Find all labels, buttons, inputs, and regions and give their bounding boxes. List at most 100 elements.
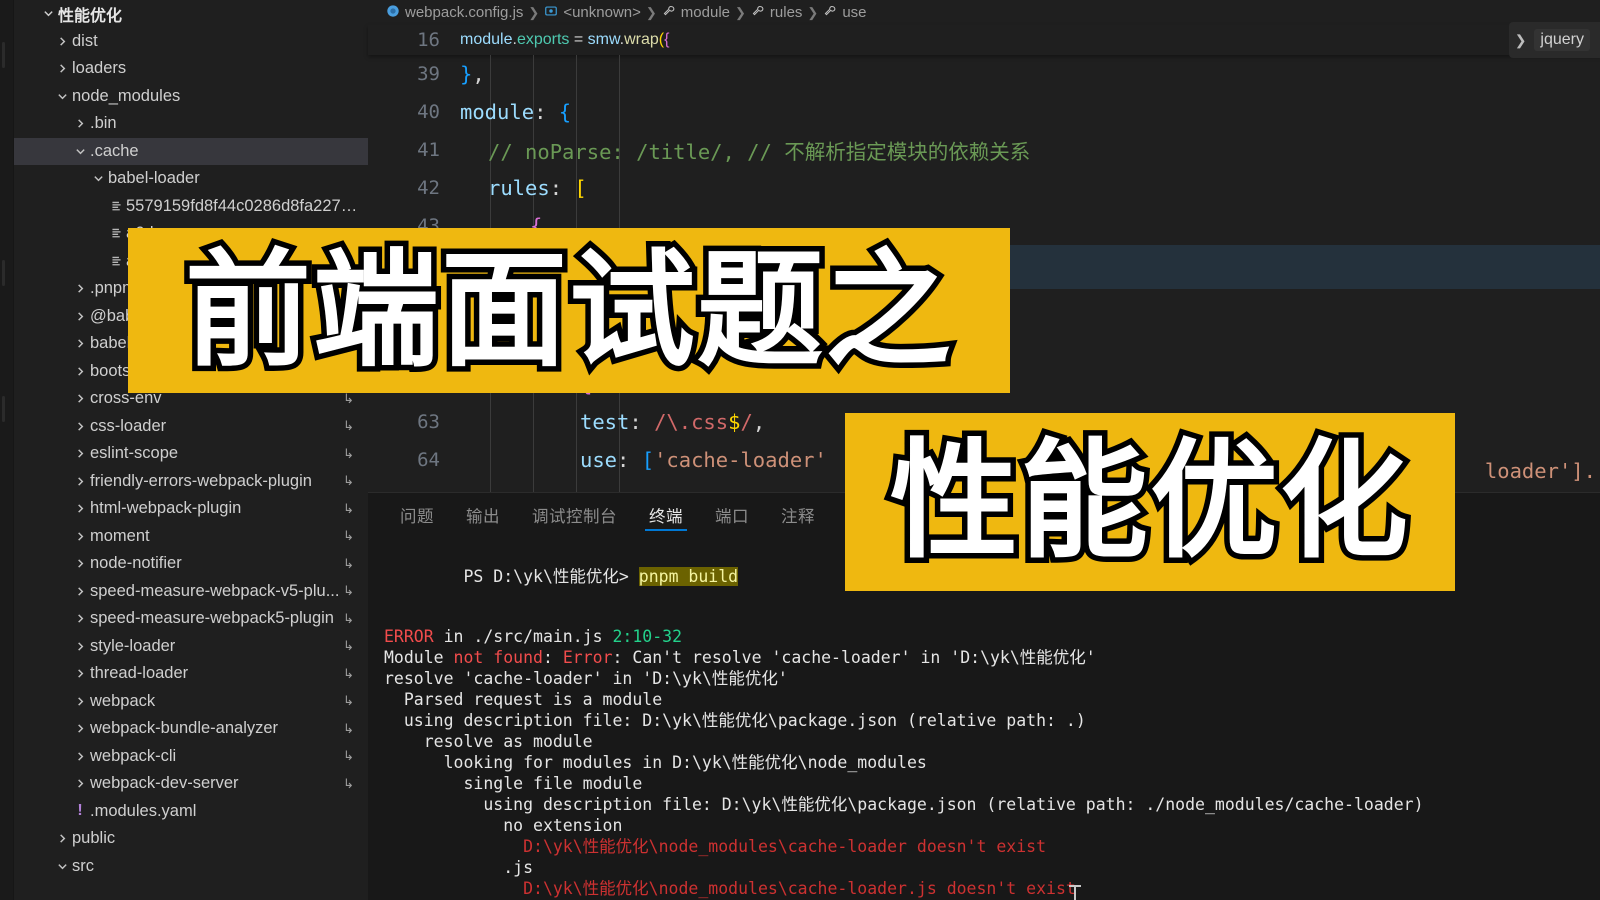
- code-tail-text: loader'].: [1484, 459, 1596, 483]
- explorer-item-css-loader[interactable]: css-loader ↳: [14, 413, 368, 441]
- breadcrumb-item-file[interactable]: webpack.config.js: [386, 4, 523, 22]
- explorer-item--cache[interactable]: .cache: [14, 137, 368, 165]
- overlay-title-line1-text: 前端面试题之: [180, 236, 957, 384]
- chevron-right-icon: [70, 696, 90, 707]
- panel-tab-0[interactable]: 问题: [384, 493, 450, 537]
- explorer-item-src[interactable]: src: [14, 853, 368, 881]
- terminal-line-text: resolve as module: [384, 732, 593, 751]
- code-line[interactable]: 39 },: [368, 55, 1600, 93]
- terminal-line: .js: [384, 857, 1600, 878]
- explorer-item-html-webpack-plugin[interactable]: html-webpack-plugin ↳: [14, 495, 368, 523]
- line-number: 63: [417, 411, 440, 433]
- breadcrumb-item-module[interactable]: <unknown>: [544, 4, 641, 22]
- minimap-tab-label: jquery: [1534, 29, 1590, 51]
- panel-tab-2[interactable]: 调试控制台: [516, 493, 633, 537]
- explorer-item-label: speed-measure-webpack-v5-plu...: [90, 581, 340, 600]
- explorer-item-thread-loader[interactable]: thread-loader ↳: [14, 660, 368, 688]
- yaml-file-icon: !: [77, 802, 83, 820]
- explorer-item-speed-measure-webpack-v5-plu-[interactable]: speed-measure-webpack-v5-plu... ↳: [14, 578, 368, 606]
- breadcrumb-separator: ❯: [528, 4, 540, 20]
- explorer-item--bin[interactable]: .bin: [14, 110, 368, 138]
- terminal-output[interactable]: PS D:\yk\性能优化> pnpm build ERROR in ./src…: [368, 537, 1600, 900]
- explorer-item-5579159fd8f44c0286d8fa227444d-[interactable]: 5579159fd8f44c0286d8fa227444d...: [14, 193, 368, 221]
- terminal-line-text: .js: [384, 858, 534, 877]
- breadcrumb-prop-label: module: [680, 4, 730, 21]
- symlink-icon: ↳: [343, 445, 354, 461]
- terminal-line-text: D:\yk\性能优化\node_modules\cache-loader doe…: [384, 837, 1047, 856]
- explorer-item-label: dist: [72, 31, 98, 50]
- explorer-item-friendly-errors-webpack-plugin[interactable]: friendly-errors-webpack-plugin ↳: [14, 468, 368, 496]
- line-number: 39: [417, 63, 440, 85]
- symlink-icon: ↳: [343, 390, 354, 406]
- explorer-item-dist[interactable]: dist: [14, 28, 368, 56]
- explorer-item-label: public: [72, 829, 116, 848]
- code-line[interactable]: 41 // noParse: /title/, // 不解析指定模块的依赖关系: [368, 131, 1600, 169]
- property-icon: [823, 4, 837, 22]
- chevron-right-icon: [70, 448, 90, 459]
- explorer-item-moment[interactable]: moment ↳: [14, 523, 368, 551]
- line-number: 41: [417, 139, 440, 161]
- terminal-line-text: using description file: D:\yk\性能优化\packa…: [384, 795, 1424, 814]
- code-line[interactable]: 40 module: {: [368, 93, 1600, 131]
- activity-bar: [0, 0, 14, 900]
- sticky-scroll-line[interactable]: 16 module.exports = smw.wrap({: [368, 25, 1600, 55]
- panel-tab-3[interactable]: 终端: [633, 493, 699, 537]
- explorer-item-node-modules[interactable]: node_modules: [14, 83, 368, 111]
- overlay-title-line2-text: 性能优化: [884, 427, 1413, 576]
- panel-tab-label: 注释: [781, 508, 815, 526]
- symlink-icon: ↳: [343, 720, 354, 736]
- explorer-item-eslint-scope[interactable]: eslint-scope ↳: [14, 440, 368, 468]
- breadcrumb-module-label: <unknown>: [563, 4, 641, 21]
- chevron-down-icon: [88, 173, 108, 184]
- explorer-item-webpack[interactable]: webpack ↳: [14, 688, 368, 716]
- breadcrumb[interactable]: webpack.config.js ❯ <unknown> ❯ module ❯: [368, 0, 1600, 25]
- code-text: },: [460, 62, 485, 86]
- terminal-error-loc: 2:10-32: [612, 627, 683, 646]
- chevron-right-icon: [70, 778, 90, 789]
- symlink-icon: ↳: [343, 610, 354, 626]
- terminal-line: single file module: [384, 773, 1600, 794]
- panel-tab-label: 问题: [400, 508, 434, 526]
- chevron-right-icon: [70, 641, 90, 652]
- explorer-item-speed-measure-webpack5-plugin[interactable]: speed-measure-webpack5-plugin ↳: [14, 605, 368, 633]
- panel-tab-1[interactable]: 输出: [450, 493, 516, 537]
- chevron-down-icon: [52, 861, 72, 872]
- chevron-down-icon: [38, 8, 58, 19]
- breadcrumb-item-module-prop[interactable]: module: [662, 4, 730, 22]
- terminal-line: Parsed request is a module: [384, 689, 1600, 710]
- property-icon: [751, 4, 765, 22]
- explorer-tree[interactable]: dist loaders node_modules .bin .cache babel-l…: [14, 28, 368, 881]
- explorer-sidebar[interactable]: 性能优化 dist loaders node_modules .bin .cache ba…: [14, 0, 368, 900]
- explorer-item-webpack-dev-server[interactable]: webpack-dev-server ↳: [14, 770, 368, 798]
- explorer-item-style-loader[interactable]: style-loader ↳: [14, 633, 368, 661]
- code-text: test: /\.css$/,: [580, 410, 766, 434]
- explorer-item-node-notifier[interactable]: node-notifier ↳: [14, 550, 368, 578]
- panel-tab-5[interactable]: 注释: [765, 493, 831, 537]
- explorer-item-label: node_modules: [72, 86, 181, 105]
- breadcrumb-file-label: webpack.config.js: [405, 4, 524, 21]
- explorer-item-label: .modules.yaml: [90, 801, 197, 820]
- explorer-item-label: 5579159fd8f44c0286d8fa227444d...: [126, 196, 360, 215]
- explorer-item--modules-yaml[interactable]: ! .modules.yaml: [14, 798, 368, 826]
- explorer-item-babel-loader[interactable]: babel-loader: [14, 165, 368, 193]
- explorer-item-public[interactable]: public: [14, 825, 368, 853]
- symlink-icon: ↳: [343, 473, 354, 489]
- explorer-item-webpack-cli[interactable]: webpack-cli ↳: [14, 743, 368, 771]
- code-string: 'cache-loader': [654, 448, 827, 472]
- breadcrumb-item-use[interactable]: use: [823, 4, 867, 22]
- symlink-icon: ↳: [343, 693, 354, 709]
- panel-tab-4[interactable]: 端口: [699, 493, 765, 537]
- explorer-item-label: webpack-cli: [90, 746, 177, 765]
- explorer-item-label: .bin: [90, 114, 117, 133]
- terminal-line-text: single file module: [384, 774, 643, 793]
- terminal-line: looking for modules in D:\yk\性能优化\node_m…: [384, 752, 1600, 773]
- breadcrumb-item-rules[interactable]: rules: [751, 4, 802, 22]
- explorer-root-folder[interactable]: 性能优化: [14, 0, 368, 28]
- explorer-item-label: thread-loader: [90, 664, 189, 683]
- explorer-item-webpack-bundle-analyzer[interactable]: webpack-bundle-analyzer ↳: [14, 715, 368, 743]
- minimap-tab-jquery[interactable]: ❯ jquery: [1508, 22, 1600, 58]
- terminal-log: ERROR in ./src/main.js 2:10-32 Module not…: [384, 626, 1600, 900]
- explorer-item-loaders[interactable]: loaders: [14, 55, 368, 83]
- code-line[interactable]: 42 rules: [: [368, 169, 1600, 207]
- chevron-right-icon: [52, 833, 72, 844]
